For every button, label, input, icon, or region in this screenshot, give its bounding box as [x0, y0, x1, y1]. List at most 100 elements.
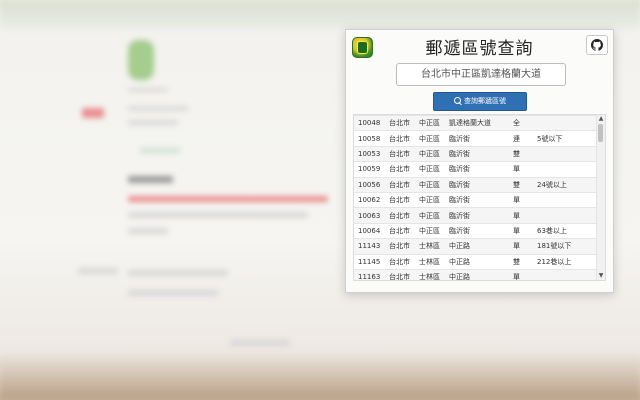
table-row: 11145 台北市 士林區 中正路雙 212巷以上 [354, 253, 597, 270]
table-cell: 中正區 [415, 130, 445, 147]
table-cell: 臨沂街 [445, 222, 509, 239]
table-row: 11163 台北市 士林區 中正路單 [354, 268, 597, 280]
background-line [128, 228, 168, 234]
background-line [78, 268, 118, 274]
table-cell: 10053 [354, 145, 385, 162]
table-cell: 台北市 [385, 222, 415, 239]
table-cell: 臨沂街 [445, 145, 509, 162]
table-cell: 連 [509, 130, 533, 147]
table-cell: 台北市 [385, 176, 415, 193]
background-bottom-strip [0, 355, 640, 400]
table-cell: 台北市 [385, 145, 415, 162]
table-cell [533, 207, 597, 224]
results-scrollbar[interactable]: ▲ ▼ [596, 115, 605, 280]
table-cell [533, 268, 597, 280]
background-top-bar [0, 0, 640, 28]
table-cell: 中正路 [445, 238, 509, 255]
github-icon [591, 39, 603, 51]
table-cell: 24號以上 [533, 176, 597, 193]
background-red-text [128, 196, 328, 202]
table-row: 11143 台北市 士林區 中正路單 181號以下 [354, 238, 597, 255]
table-cell [533, 145, 597, 162]
background-line [128, 290, 218, 296]
table-cell: 中正區 [415, 115, 445, 131]
background-logo [128, 40, 154, 80]
table-cell [533, 161, 597, 178]
table-cell: 單 [509, 222, 533, 239]
results-table: 10048 台北市 中正區 凱達格蘭大道全 10058 台北市 中正區 臨沂街連 5號以下 100… [354, 115, 597, 280]
table-cell [533, 115, 597, 131]
table-cell: 凱達格蘭大道 [445, 115, 509, 131]
background-line [128, 120, 178, 125]
table-cell: 單 [509, 191, 533, 208]
table-row: 10059 台北市 中正區 臨沂街單 [354, 161, 597, 178]
background-heading [128, 176, 173, 183]
table-cell: 臨沂街 [445, 176, 509, 193]
table-cell: 台北市 [385, 238, 415, 255]
background-red-tag [82, 108, 104, 118]
table-cell: 中正區 [415, 191, 445, 208]
table-row: 10056 台北市 中正區 臨沂街雙 24號以上 [354, 176, 597, 193]
table-cell: 單 [509, 161, 533, 178]
table-row: 10064 台北市 中正區 臨沂街單 63巷以上 [354, 222, 597, 239]
scrollbar-thumb[interactable] [598, 124, 603, 142]
background-line [140, 148, 180, 153]
table-cell: 5號以下 [533, 130, 597, 147]
table-cell: 181號以下 [533, 238, 597, 255]
table-cell: 台北市 [385, 115, 415, 131]
table-cell: 中正區 [415, 161, 445, 178]
table-row: 10058 台北市 中正區 臨沂街連 5號以下 [354, 130, 597, 147]
table-cell: 台北市 [385, 161, 415, 178]
table-cell: 中正區 [415, 222, 445, 239]
table-cell: 雙 [509, 145, 533, 162]
table-cell: 中正路 [445, 268, 509, 280]
background-line [128, 212, 308, 218]
scroll-down-arrow-icon[interactable]: ▼ [598, 272, 604, 280]
query-zipcode-button[interactable]: 查詢郵遞區號 [433, 92, 527, 111]
table-cell: 11163 [354, 268, 385, 280]
table-cell: 中正區 [415, 145, 445, 162]
table-cell: 台北市 [385, 130, 415, 147]
table-cell: 10058 [354, 130, 385, 147]
table-row: 10048 台北市 中正區 凱達格蘭大道全 [354, 115, 597, 131]
popup-title: 郵遞區號查詢 [425, 39, 534, 59]
table-cell: 臨沂街 [445, 191, 509, 208]
table-cell: 10048 [354, 115, 385, 131]
table-row: 10063 台北市 中正區 臨沂街單 [354, 207, 597, 224]
table-cell: 台北市 [385, 191, 415, 208]
table-cell: 士林區 [415, 268, 445, 280]
background-line [230, 340, 290, 346]
table-cell: 10059 [354, 161, 385, 178]
table-cell: 10056 [354, 176, 385, 193]
table-cell: 單 [509, 207, 533, 224]
table-cell: 11145 [354, 253, 385, 270]
table-cell: 士林區 [415, 238, 445, 255]
table-row: 10062 台北市 中正區 臨沂街單 [354, 191, 597, 208]
table-cell: 中正路 [445, 253, 509, 270]
table-cell: 212巷以上 [533, 253, 597, 270]
table-cell: 中正區 [415, 176, 445, 193]
table-cell: 10063 [354, 207, 385, 224]
table-cell: 士林區 [415, 253, 445, 270]
scroll-up-arrow-icon[interactable]: ▲ [598, 115, 604, 123]
address-search-input[interactable] [396, 63, 566, 86]
search-icon [454, 97, 461, 104]
zipcode-popup: 郵遞區號查詢 查詢郵遞區號 10048台北市中正區凱達格蘭大道全10058台北市… [345, 29, 614, 293]
table-cell: 雙 [509, 253, 533, 270]
table-row: 10053 台北市 中正區 臨沂街雙 [354, 145, 597, 162]
table-cell: 全 [509, 115, 533, 131]
table-cell: 雙 [509, 176, 533, 193]
table-cell: 台北市 [385, 253, 415, 270]
background-line [128, 106, 188, 111]
background-line [128, 270, 228, 276]
background-line [128, 88, 168, 92]
github-button[interactable] [586, 35, 608, 55]
table-cell: 中正區 [415, 207, 445, 224]
table-cell: 臨沂街 [445, 207, 509, 224]
results-table-container: 10048 台北市 中正區 凱達格蘭大道全 10058 台北市 中正區 臨沂街連 5號以下 100… [353, 114, 606, 281]
table-cell: 單 [509, 268, 533, 280]
table-cell [533, 191, 597, 208]
table-cell: 10062 [354, 191, 385, 208]
table-cell: 11143 [354, 238, 385, 255]
table-cell: 臨沂街 [445, 161, 509, 178]
